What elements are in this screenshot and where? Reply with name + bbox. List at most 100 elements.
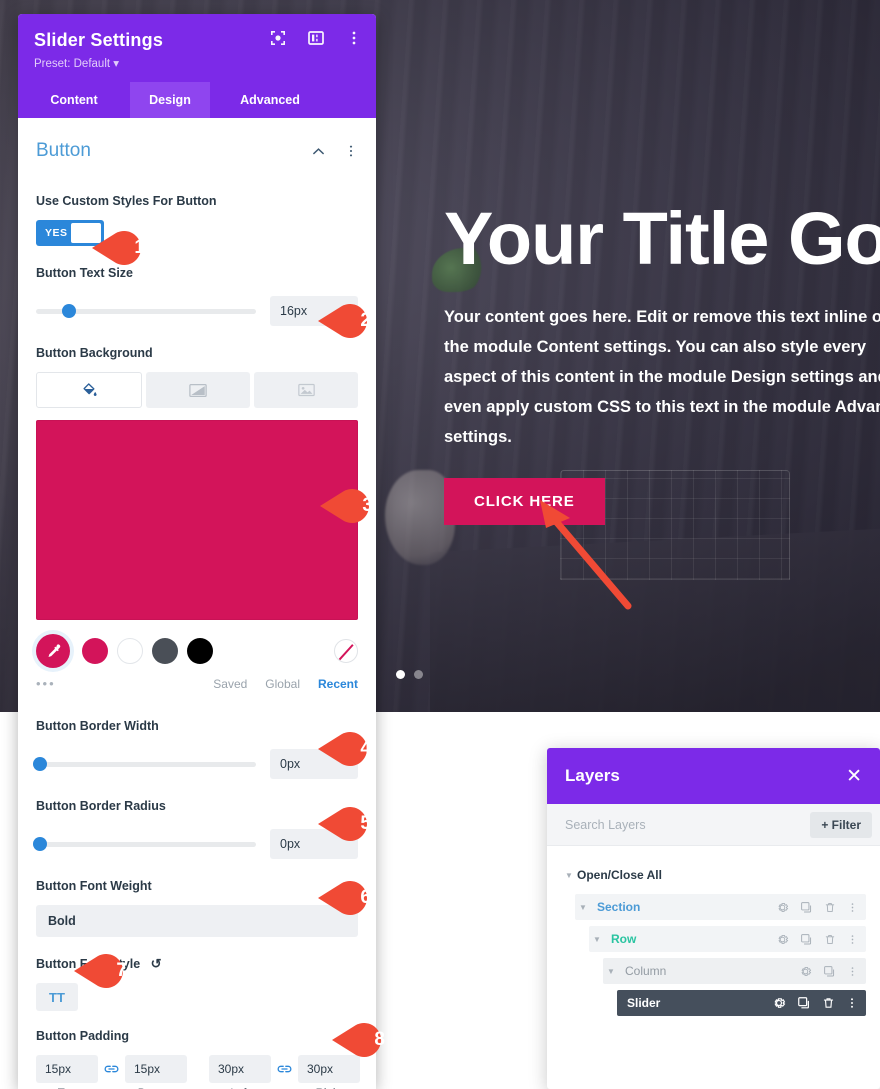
padding-pair-horizontal: 30px Left 30px Right	[209, 1055, 360, 1089]
layer-actions	[799, 965, 866, 978]
chevron-up-icon[interactable]	[311, 144, 326, 159]
trash-icon[interactable]	[822, 996, 835, 1010]
text-size-input[interactable]: 16px	[270, 296, 358, 326]
slider-pagination[interactable]	[396, 670, 423, 679]
caret-down-icon[interactable]: ▼	[561, 871, 577, 880]
more-vertical-icon[interactable]	[344, 144, 358, 158]
duplicate-icon[interactable]	[823, 965, 836, 978]
background-tab-image[interactable]	[254, 372, 358, 408]
fullscreen-icon[interactable]	[270, 30, 286, 46]
tab-design[interactable]: Design	[130, 82, 210, 118]
padding-right-input[interactable]: 30px	[298, 1055, 360, 1083]
field-label-text: Button Font Style	[36, 957, 141, 971]
layout-columns-icon[interactable]	[308, 30, 324, 46]
font-weight-select[interactable]: Bold	[36, 905, 358, 937]
field-use-custom-styles: Use Custom Styles For Button YES	[18, 192, 376, 246]
modal-preset-selector[interactable]: Preset: Default ▾	[34, 56, 360, 70]
gear-icon[interactable]	[772, 996, 786, 1010]
background-tab-gradient[interactable]	[146, 372, 250, 408]
text-size-slider[interactable]	[36, 304, 256, 318]
more-vertical-icon[interactable]	[847, 901, 858, 914]
layer-row-section[interactable]: ▼ Section	[575, 894, 866, 920]
padding-bottom-input[interactable]: 15px	[125, 1055, 187, 1083]
layer-actions	[776, 901, 866, 914]
layer-label: Row	[611, 932, 637, 946]
padding-left-cell: 30px Left	[209, 1055, 271, 1089]
swatch-no-color[interactable]	[334, 639, 358, 663]
padding-top-input[interactable]: 15px	[36, 1055, 98, 1083]
paint-bucket-icon	[82, 382, 97, 396]
duplicate-icon[interactable]	[800, 933, 813, 946]
slider-handle[interactable]	[33, 757, 48, 771]
caret-down-icon[interactable]: ▼	[603, 967, 619, 976]
palette-tabs: Saved Global Recent	[213, 677, 358, 691]
slider-dot-2[interactable]	[414, 670, 423, 679]
layer-row-slider[interactable]: Slider	[617, 990, 866, 1016]
field-label: Button Border Radius	[36, 799, 166, 813]
swatch-dark-gray[interactable]	[152, 638, 178, 664]
eyedropper-swatch-button[interactable]	[36, 634, 70, 668]
more-vertical-icon[interactable]	[847, 933, 858, 946]
field-button-background: Button Background	[18, 344, 376, 408]
field-label: Button Padding	[36, 1029, 130, 1043]
swatch-black[interactable]	[187, 638, 213, 664]
padding-top-cell: 15px Top	[36, 1055, 98, 1089]
open-close-all-row[interactable]: ▼ Open/Close All	[561, 862, 866, 888]
layer-row-column[interactable]: ▼ Column	[603, 958, 866, 984]
layer-label: Column	[625, 964, 667, 978]
swatch-pink[interactable]	[82, 638, 108, 664]
more-swatches-button[interactable]: •••	[36, 676, 56, 691]
image-icon	[297, 383, 315, 397]
tab-content[interactable]: Content	[18, 82, 130, 118]
border-radius-slider-row: 0px	[33, 829, 358, 859]
padding-left-input[interactable]: 30px	[209, 1055, 271, 1083]
button-section-header[interactable]: Button	[18, 118, 376, 174]
modal-tabs: Content Design Advanced	[18, 82, 376, 118]
more-vertical-icon[interactable]	[346, 30, 362, 46]
modal-body: Button Use Custom Styles For Button YES …	[18, 118, 376, 1089]
color-swatches	[36, 634, 358, 668]
palette-tab-recent[interactable]: Recent	[318, 677, 358, 691]
duplicate-icon[interactable]	[797, 996, 811, 1010]
hero-cta-button[interactable]: CLICK HERE	[444, 478, 605, 525]
trash-icon[interactable]	[824, 933, 836, 946]
slider-handle[interactable]	[62, 304, 76, 318]
trash-icon[interactable]	[824, 901, 836, 914]
slider-handle[interactable]	[33, 837, 48, 851]
palette-tab-global[interactable]: Global	[265, 677, 300, 691]
gear-icon[interactable]	[776, 933, 789, 946]
caret-down-icon[interactable]: ▼	[575, 903, 591, 912]
slider-dot-1[interactable]	[396, 670, 405, 679]
field-label: Button Background	[36, 346, 153, 360]
tab-advanced[interactable]: Advanced	[210, 82, 330, 118]
link-icon[interactable]	[277, 1063, 292, 1076]
more-vertical-icon[interactable]	[846, 996, 858, 1010]
field-button-padding: Button Padding 15px Top 15px Bottom	[18, 1027, 376, 1089]
caret-down-icon[interactable]: ▼	[589, 935, 605, 944]
filter-button[interactable]: + Filter	[810, 811, 872, 838]
layer-row-row[interactable]: ▼ Row	[589, 926, 866, 952]
layers-search-row: + Filter	[547, 804, 880, 846]
use-custom-styles-toggle[interactable]: YES	[36, 220, 104, 246]
more-vertical-icon[interactable]	[847, 965, 858, 978]
close-icon[interactable]: ✕	[846, 767, 862, 786]
hero-title: Your Title Goes Here	[444, 197, 880, 280]
border-radius-input[interactable]: 0px	[270, 829, 358, 859]
toggle-knob	[71, 223, 101, 243]
palette-tab-saved[interactable]: Saved	[213, 677, 247, 691]
gear-icon[interactable]	[776, 901, 789, 914]
duplicate-icon[interactable]	[800, 901, 813, 914]
border-width-slider[interactable]	[33, 757, 256, 771]
background-color-preview[interactable]	[36, 420, 358, 620]
border-width-input[interactable]: 0px	[270, 749, 358, 779]
link-icon[interactable]	[104, 1063, 119, 1076]
modal-header: Slider Settings Preset: Default ▾	[18, 14, 376, 82]
background-tab-color[interactable]	[36, 372, 142, 408]
open-close-all-label: Open/Close All	[577, 868, 662, 882]
search-layers-input[interactable]	[565, 817, 811, 832]
font-style-uppercase-button[interactable]: TT	[36, 983, 78, 1011]
reset-icon[interactable]: ↺	[151, 955, 162, 973]
swatch-white[interactable]	[117, 638, 143, 664]
border-radius-slider[interactable]	[33, 837, 256, 851]
gear-icon[interactable]	[799, 965, 812, 978]
